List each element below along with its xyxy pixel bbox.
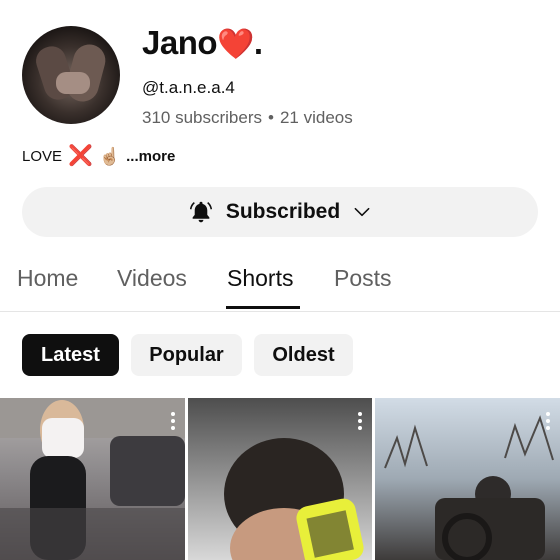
- thumbnail-image: [0, 398, 185, 560]
- channel-handle: @t.a.n.e.a.4: [142, 78, 235, 97]
- video-count: 21 videos: [279, 108, 353, 127]
- tab-videos[interactable]: Videos: [117, 265, 187, 292]
- heart-icon: ❤️: [217, 28, 254, 61]
- channel-description[interactable]: LOVE ❌ ☝🏼 ...more: [22, 146, 175, 166]
- short-thumbnail[interactable]: [375, 398, 560, 560]
- more-options-icon[interactable]: [171, 412, 175, 433]
- channel-name-text: Jano: [142, 24, 218, 61]
- short-thumbnail[interactable]: [188, 398, 372, 560]
- bio-text: LOVE: [22, 147, 63, 165]
- cross-mark-icon: ❌: [68, 145, 93, 167]
- channel-tabs: Home Videos Shorts Posts: [0, 255, 560, 312]
- pointing-up-hand-icon: ☝🏼: [98, 146, 121, 166]
- more-options-icon[interactable]: [546, 412, 550, 433]
- bell-icon: [189, 201, 212, 223]
- chevron-down-icon: [354, 207, 370, 217]
- thumbnail-image: [224, 438, 364, 560]
- more-options-icon[interactable]: [358, 412, 362, 433]
- filter-chip-latest[interactable]: Latest: [22, 334, 119, 376]
- subscriber-count: 310 subscribers: [142, 108, 263, 127]
- thumbnail-image: [384, 415, 554, 560]
- tab-home[interactable]: Home: [17, 265, 78, 292]
- stats-separator: •: [268, 108, 274, 127]
- tab-posts[interactable]: Posts: [334, 265, 392, 292]
- active-tab-indicator: [226, 306, 300, 309]
- short-thumbnail[interactable]: [0, 398, 185, 560]
- filter-chip-popular[interactable]: Popular: [131, 334, 242, 376]
- channel-avatar[interactable]: [22, 26, 120, 124]
- avatar-image-shape: [56, 72, 90, 94]
- more-link[interactable]: ...more: [126, 148, 175, 165]
- subscribed-button[interactable]: Subscribed: [22, 187, 538, 237]
- channel-name-suffix: .: [253, 24, 263, 61]
- channel-name: Jano❤️.: [142, 24, 263, 62]
- filter-chip-oldest[interactable]: Oldest: [254, 334, 353, 376]
- subscribed-label: Subscribed: [225, 200, 341, 223]
- tab-shorts[interactable]: Shorts: [227, 265, 293, 292]
- channel-stats: 310 subscribers • 21 videos: [142, 108, 353, 128]
